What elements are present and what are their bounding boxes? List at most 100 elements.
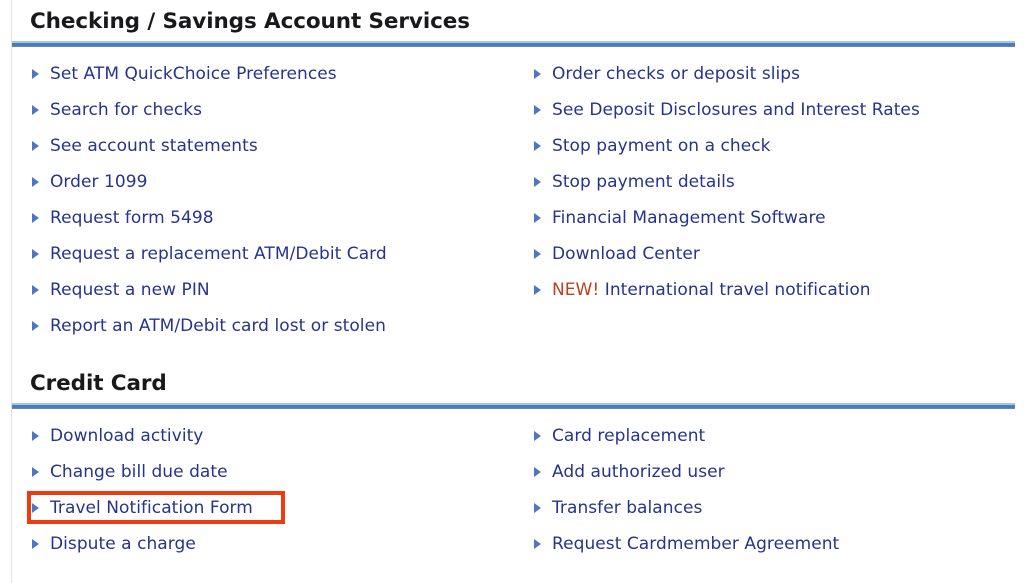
triangle-right-bullet-icon	[532, 200, 545, 236]
service-link-label: Dispute a charge	[50, 534, 196, 554]
service-link-dispute-a-charge[interactable]: Dispute a charge	[30, 526, 530, 562]
link-column-right-credit-card: Card replacement Add authorized user Trans…	[532, 418, 1012, 562]
triangle-right-bullet-icon	[532, 454, 545, 490]
service-link-see-account-statements[interactable]: See account statements	[30, 128, 530, 164]
triangle-right-bullet-icon	[30, 56, 43, 92]
service-link-label: NEW! International travel notification	[552, 280, 871, 300]
service-link-order-1099[interactable]: Order 1099	[30, 164, 530, 200]
list-item: NEW! International travel notification	[532, 272, 1012, 308]
service-link-request-a-replacement-atm-debit-card[interactable]: Request a replacement ATM/Debit Card	[30, 236, 530, 272]
service-link-card-replacement[interactable]: Card replacement	[532, 418, 1012, 454]
list-item: Stop payment on a check	[532, 128, 1012, 164]
service-link-international-travel-notification[interactable]: NEW! International travel notification	[532, 272, 1012, 308]
section-credit-card: Credit Card Download activity Change bill…	[12, 370, 1015, 554]
section-checking-savings: Checking / Savings Account Services Set …	[12, 8, 1015, 336]
service-link-request-cardmember-agreement[interactable]: Request Cardmember Agreement	[532, 526, 1012, 562]
new-badge: NEW!	[552, 280, 600, 300]
list-item: Set ATM QuickChoice Preferences	[30, 56, 530, 92]
service-link-label: Order 1099	[50, 172, 148, 192]
service-link-label: Request Cardmember Agreement	[552, 534, 840, 554]
triangle-right-bullet-icon	[532, 272, 545, 308]
left-gutter-rule	[11, 0, 12, 583]
triangle-right-bullet-icon	[532, 526, 545, 562]
service-link-request-a-new-pin[interactable]: Request a new PIN	[30, 272, 530, 308]
triangle-right-bullet-icon	[30, 92, 43, 128]
section-title-checking-savings: Checking / Savings Account Services	[30, 9, 470, 34]
account-services-page: Checking / Savings Account Services Set …	[0, 0, 1024, 583]
list-item: See Deposit Disclosures and Interest Rat…	[532, 92, 1012, 128]
list-item: Travel Notification Form	[27, 490, 530, 526]
triangle-right-bullet-icon	[30, 526, 43, 562]
list-item: Search for checks	[30, 92, 530, 128]
service-link-set-atm-quickchoice-preferences[interactable]: Set ATM QuickChoice Preferences	[30, 56, 530, 92]
list-item: Request a replacement ATM/Debit Card	[30, 236, 530, 272]
list-item: Change bill due date	[30, 454, 530, 490]
list-item: Request a new PIN	[30, 272, 530, 308]
link-column-right-checking-savings: Order checks or deposit slips See Deposit…	[532, 56, 1012, 308]
service-link-label: Download activity	[50, 426, 204, 446]
list-item: See account statements	[30, 128, 530, 164]
service-link-label: Report an ATM/Debit card lost or stolen	[50, 316, 386, 336]
section-title-credit-card: Credit Card	[30, 371, 167, 396]
service-link-label: Add authorized user	[552, 462, 725, 482]
triangle-right-bullet-icon	[30, 164, 43, 200]
service-link-label: Travel Notification Form	[50, 498, 253, 518]
triangle-right-bullet-icon	[30, 490, 43, 526]
list-item: Add authorized user	[532, 454, 1012, 490]
section-divider-checking-savings	[12, 41, 1015, 47]
service-link-order-checks-or-deposit-slips[interactable]: Order checks or deposit slips	[532, 56, 1012, 92]
service-link-label: Set ATM QuickChoice Preferences	[50, 64, 337, 84]
service-link-label: Transfer balances	[552, 498, 703, 518]
service-link-report-an-atm-debit-card-lost-or-stolen[interactable]: Report an ATM/Debit card lost or stolen	[30, 308, 530, 344]
list-item: Order 1099	[30, 164, 530, 200]
service-link-add-authorized-user[interactable]: Add authorized user	[532, 454, 1012, 490]
service-link-stop-payment-details[interactable]: Stop payment details	[532, 164, 1012, 200]
list-item: Transfer balances	[532, 490, 1012, 526]
triangle-right-bullet-icon	[30, 454, 43, 490]
triangle-right-bullet-icon	[30, 128, 43, 164]
service-link-label: Download Center	[552, 244, 700, 264]
triangle-right-bullet-icon	[30, 308, 43, 344]
service-link-label: Search for checks	[50, 100, 203, 120]
triangle-right-bullet-icon	[532, 418, 545, 454]
triangle-right-bullet-icon	[30, 236, 43, 272]
section-divider-credit-card	[12, 403, 1015, 409]
triangle-right-bullet-icon	[532, 92, 545, 128]
service-link-label: Stop payment details	[552, 172, 735, 192]
list-item: Dispute a charge	[30, 526, 530, 562]
service-link-request-form-5498[interactable]: Request form 5498	[30, 200, 530, 236]
service-link-stop-payment-on-a-check[interactable]: Stop payment on a check	[532, 128, 1012, 164]
service-link-label: Request a new PIN	[50, 280, 210, 300]
service-link-download-activity[interactable]: Download activity	[30, 418, 530, 454]
list-item: Download activity	[30, 418, 530, 454]
list-item: Card replacement	[532, 418, 1012, 454]
list-item: Report an ATM/Debit card lost or stolen	[30, 308, 530, 344]
link-column-left-credit-card: Download activity Change bill due date Tra…	[27, 418, 530, 562]
triangle-right-bullet-icon	[532, 164, 545, 200]
service-link-travel-notification-form[interactable]: Travel Notification Form	[27, 490, 285, 526]
service-link-label: See Deposit Disclosures and Interest Rat…	[552, 100, 920, 120]
service-link-label: Request form 5498	[50, 208, 214, 228]
service-link-search-for-checks[interactable]: Search for checks	[30, 92, 530, 128]
list-item: Stop payment details	[532, 164, 1012, 200]
service-link-label: Order checks or deposit slips	[552, 64, 801, 84]
service-link-see-deposit-disclosures-and-interest-rates[interactable]: See Deposit Disclosures and Interest Rat…	[532, 92, 1012, 128]
service-link-transfer-balances[interactable]: Transfer balances	[532, 490, 1012, 526]
service-link-label: Change bill due date	[50, 462, 228, 482]
link-column-left-checking-savings: Set ATM QuickChoice Preferences Search fo…	[30, 56, 530, 344]
service-link-label: Stop payment on a check	[552, 136, 771, 156]
list-item: Download Center	[532, 236, 1012, 272]
list-item: Order checks or deposit slips	[532, 56, 1012, 92]
triangle-right-bullet-icon	[30, 418, 43, 454]
list-item: Request Cardmember Agreement	[532, 526, 1012, 562]
service-link-download-center[interactable]: Download Center	[532, 236, 1012, 272]
service-link-change-bill-due-date[interactable]: Change bill due date	[30, 454, 530, 490]
triangle-right-bullet-icon	[532, 56, 545, 92]
service-link-financial-management-software[interactable]: Financial Management Software	[532, 200, 1012, 236]
list-item: Financial Management Software	[532, 200, 1012, 236]
triangle-right-bullet-icon	[532, 128, 545, 164]
service-link-label: Financial Management Software	[552, 208, 826, 228]
triangle-right-bullet-icon	[532, 490, 545, 526]
triangle-right-bullet-icon	[30, 272, 43, 308]
service-link-label: Request a replacement ATM/Debit Card	[50, 244, 387, 264]
